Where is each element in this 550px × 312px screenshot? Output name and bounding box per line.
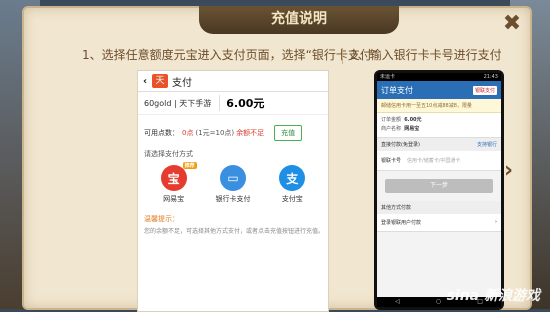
tip-text: 您的余额不足，可选择其他方式支付，或者点击充值按钮进行充值。: [144, 228, 325, 235]
method-alipay[interactable]: 支 支付宝: [264, 165, 320, 204]
balance-insufficient: 余额不足: [236, 129, 265, 137]
direct-pay-label: 直接付款(免登录): [381, 142, 420, 148]
product-name: 60gold | 天下手游: [144, 98, 212, 108]
phone-status-bar: 未运卡 21:43: [377, 73, 501, 81]
available-points-row: 可用点数： 0点 (1元=10点) 余额不足 充值: [138, 125, 328, 141]
payment-screenshot: ‹ 天 支付 60gold | 天下手游 6.00元 可用点数： 0点 (1元=…: [137, 70, 329, 312]
available-label: 可用点数：: [144, 129, 179, 137]
payment-header-title: 支付: [172, 77, 192, 89]
product-row: 60gold | 天下手游 6.00元: [138, 92, 328, 115]
login-pay-row[interactable]: 登录银联用户付款 ›: [377, 214, 501, 232]
card-label: 银联卡号: [381, 158, 402, 164]
phone-screenshot: 未运卡 21:43 订单支付 银联支付 邮储信用卡用一至五10点减88减8，限量…: [374, 70, 504, 310]
step-divider: [342, 48, 343, 64]
card-number-input[interactable]: 信用卡/储蓄卡/中国通卡: [407, 157, 460, 164]
recharge-instructions-panel: 充值说明 ✖ 1、选择任意额度元宝进入支付页面，选择“银行卡支付” 2、输入银行…: [22, 6, 532, 312]
method-netease-pay[interactable]: 宝 推荐 网易宝: [146, 162, 202, 204]
exchange-rate: (1元=10点): [195, 129, 235, 137]
product-amount: 6.00元: [219, 95, 264, 111]
bank-card-icon: ▭: [219, 165, 246, 191]
method-label: 支付宝: [281, 195, 303, 203]
unionpay-logo: 银联支付: [472, 85, 497, 95]
carrier-text: 未运卡: [380, 74, 396, 80]
next-page-icon[interactable]: ›: [504, 158, 520, 183]
methods-label: 请选择支付方式: [144, 150, 193, 158]
recommend-badge: 推荐: [182, 162, 197, 169]
payment-header: ‹ 天 支付: [138, 71, 328, 92]
direct-pay-section: 直接付款(免登录) 支持银行: [377, 138, 501, 151]
payment-methods: 宝 推荐 网易宝 ▭ 银行卡支付 支 支付宝: [138, 159, 328, 204]
other-methods-label: 其他方式付款: [377, 201, 501, 214]
home-nav-icon[interactable]: ○: [436, 297, 441, 307]
method-label: 网易宝: [163, 195, 185, 203]
chevron-right-icon: ›: [495, 219, 497, 225]
method-label: 银行卡支付: [215, 195, 251, 203]
app-logo-icon: 天: [152, 74, 168, 88]
available-points: 0点: [182, 129, 194, 137]
panel-title: 充值说明: [199, 6, 399, 34]
phone-screen: 未运卡 21:43 订单支付 银联支付 邮储信用卡用一至五10点减88减8，限量…: [377, 73, 501, 307]
sina-watermark: sina 新浪游戏: [446, 288, 540, 304]
back-nav-icon[interactable]: ◁: [395, 297, 400, 307]
close-icon[interactable]: ✖: [500, 12, 524, 36]
supported-banks-link[interactable]: 支持银行: [477, 141, 497, 148]
order-amount: 6.00元: [404, 117, 422, 123]
back-icon[interactable]: ‹: [138, 76, 152, 87]
tip-title: 温馨提示：: [144, 215, 179, 223]
card-number-row[interactable]: 银联卡号 信用卡/储蓄卡/中国通卡: [377, 151, 501, 171]
step-1-text: 1、选择任意额度元宝进入支付页面，选择“银行卡支付”: [82, 48, 379, 62]
merchant-name: 网易宝: [404, 126, 420, 132]
order-info: 订单金额 6.00元 商户名称 网易宝: [377, 113, 501, 138]
recharge-button[interactable]: 充值: [274, 125, 303, 141]
clock-text: 21:43: [483, 74, 498, 80]
order-header: 订单支付 银联支付: [377, 81, 501, 99]
alipay-icon: 支: [279, 165, 306, 191]
next-step-button[interactable]: 下一步: [385, 179, 493, 193]
order-title: 订单支付: [381, 85, 413, 95]
promo-notice: 邮储信用卡用一至五10点减88减8，限量: [377, 99, 501, 113]
method-bank-card[interactable]: ▭ 银行卡支付: [205, 165, 261, 204]
step-2-text: 2、输入银行卡卡号进行支付: [350, 48, 502, 62]
netease-pay-icon: 宝 推荐: [160, 162, 197, 191]
